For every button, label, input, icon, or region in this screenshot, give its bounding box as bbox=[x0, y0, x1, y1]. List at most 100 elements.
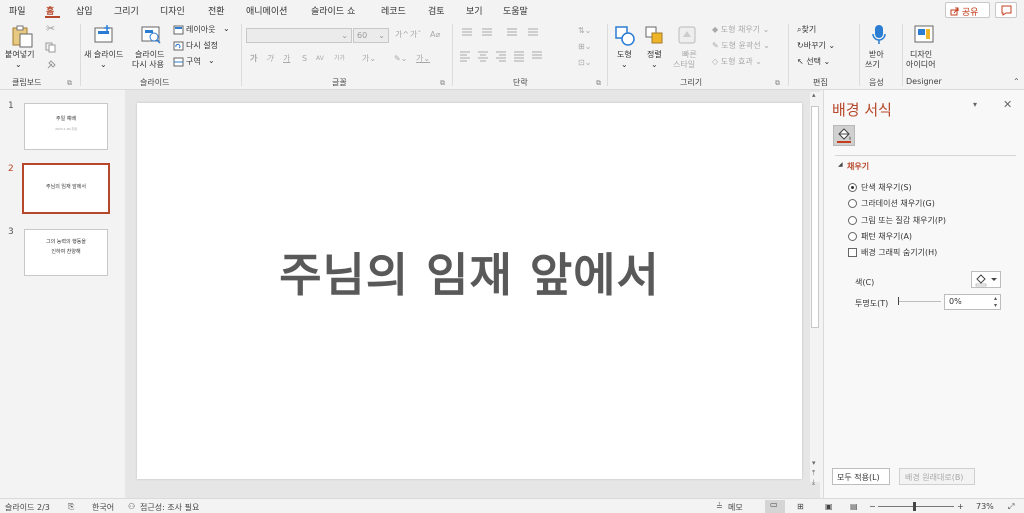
fit-slide-icon[interactable]: ⤢ bbox=[1008, 502, 1014, 512]
underline-button[interactable]: 가 bbox=[283, 54, 290, 64]
microphone-icon[interactable] bbox=[870, 24, 888, 46]
spellcheck-icon[interactable]: ⎘ bbox=[68, 502, 74, 512]
tab-file[interactable]: 파일 bbox=[9, 4, 26, 17]
scrollbar-thumb[interactable] bbox=[811, 106, 819, 328]
shapes-label[interactable]: 도형 bbox=[617, 50, 632, 60]
tab-animations[interactable]: 애니메이션 bbox=[246, 4, 287, 17]
tab-view[interactable]: 보기 bbox=[466, 4, 483, 17]
layout-icon[interactable] bbox=[173, 25, 184, 35]
font-color-icon[interactable]: 가⌄ bbox=[416, 54, 430, 64]
align-text-icon[interactable]: ⊞⌄ bbox=[578, 42, 591, 52]
accessibility-icon[interactable]: ⚇ bbox=[128, 502, 135, 511]
layout-dropdown-icon[interactable]: ⌄ bbox=[223, 24, 230, 34]
text-direction-icon[interactable]: ⇅⌄ bbox=[578, 26, 591, 36]
char-spacing-button[interactable]: AV bbox=[316, 54, 324, 64]
zoom-in-icon[interactable]: + bbox=[957, 502, 964, 511]
section-label[interactable]: 구역 bbox=[186, 57, 201, 67]
paragraph-launcher-icon[interactable]: ⧉ bbox=[596, 78, 601, 88]
design-ideas-label-1[interactable]: 디자인 bbox=[910, 50, 932, 60]
arrange-icon[interactable] bbox=[644, 25, 666, 47]
fill-tab[interactable] bbox=[833, 125, 855, 146]
spinner-icon[interactable]: ▴ ▾ bbox=[994, 295, 997, 309]
tab-help[interactable]: 도움말 bbox=[503, 4, 528, 17]
section-dropdown-icon[interactable]: ⌄ bbox=[208, 56, 215, 66]
shapes-dropdown-icon[interactable]: ⌄ bbox=[621, 60, 628, 70]
new-slide-dropdown-icon[interactable]: ⌄ bbox=[100, 60, 107, 70]
slideshow-view-icon[interactable]: ▤ bbox=[850, 502, 858, 511]
radio-button[interactable] bbox=[848, 216, 857, 225]
quick-styles-label-1[interactable]: 빠른 bbox=[682, 50, 697, 60]
shape-fill-button[interactable]: ◆ 도형 채우기 ⌄ bbox=[712, 25, 769, 35]
slide-title-text[interactable]: 주님의 임재 앞에서 bbox=[137, 239, 802, 305]
transparency-input[interactable]: 0% ▴ ▾ bbox=[944, 294, 1001, 310]
format-painter-icon[interactable] bbox=[46, 59, 57, 70]
tab-record[interactable]: 레코드 bbox=[381, 4, 406, 17]
new-slide-label[interactable]: 새 슬라이드 bbox=[84, 50, 123, 60]
paste-dropdown-icon[interactable]: ⌄ bbox=[15, 60, 22, 70]
increase-font-icon[interactable]: 가^ bbox=[395, 30, 409, 40]
reading-view-icon[interactable]: ▣ bbox=[825, 502, 833, 511]
scroll-up-icon[interactable]: ▴ bbox=[812, 91, 816, 99]
font-size-dropdown[interactable]: 60 ⌄ bbox=[353, 28, 389, 43]
transparency-slider[interactable] bbox=[899, 301, 941, 302]
smartart-icon[interactable]: ⊡⌄ bbox=[578, 58, 591, 68]
tab-review[interactable]: 검토 bbox=[428, 4, 445, 17]
slide-sorter-icon[interactable]: ⊞ bbox=[797, 502, 804, 511]
arrange-dropdown-icon[interactable]: ⌄ bbox=[651, 60, 658, 70]
clear-format-icon[interactable]: A⌀ bbox=[430, 30, 440, 40]
reuse-slides-label-2[interactable]: 다시 사용 bbox=[132, 60, 164, 70]
drawing-launcher-icon[interactable]: ⧉ bbox=[775, 78, 780, 88]
highlight-icon[interactable]: ✎⌄ bbox=[394, 54, 407, 64]
pane-options-icon[interactable]: ▾ bbox=[973, 100, 977, 109]
tab-transitions[interactable]: 전환 bbox=[208, 4, 225, 17]
shape-outline-button[interactable]: ✎ 도형 윤곽선 ⌄ bbox=[712, 41, 770, 51]
text-effects-icon[interactable]: 가⌄ bbox=[362, 54, 376, 64]
dictate-label-1[interactable]: 받아 bbox=[869, 50, 884, 60]
designer-icon[interactable] bbox=[913, 24, 935, 46]
radio-button[interactable] bbox=[848, 183, 857, 192]
section-collapse-icon[interactable]: ◢ bbox=[838, 161, 843, 168]
reuse-slides-icon[interactable] bbox=[140, 24, 162, 46]
strikethrough-button[interactable]: S bbox=[302, 54, 307, 64]
zoom-slider-thumb[interactable] bbox=[913, 502, 916, 511]
notes-button[interactable]: 메모 bbox=[728, 502, 743, 513]
language-indicator[interactable]: 한국어 bbox=[92, 502, 114, 513]
replace-button[interactable]: ↻바꾸기 ⌄ bbox=[797, 41, 835, 51]
design-ideas-label-2[interactable]: 아이디어 bbox=[906, 60, 935, 70]
bold-button[interactable]: 가 bbox=[250, 54, 257, 64]
radio-button[interactable] bbox=[848, 232, 857, 241]
new-slide-icon[interactable] bbox=[93, 24, 115, 46]
quick-styles-label-2[interactable]: 스타일 bbox=[673, 60, 695, 70]
fill-section-header[interactable]: 채우기 bbox=[847, 161, 869, 172]
copy-icon[interactable] bbox=[45, 42, 57, 53]
zoom-level[interactable]: 73% bbox=[976, 502, 994, 511]
layout-label[interactable]: 레이아웃 bbox=[186, 25, 215, 35]
paste-label[interactable]: 붙여넣기 bbox=[5, 50, 34, 60]
cut-icon[interactable]: ✂ bbox=[46, 23, 55, 34]
zoom-out-icon[interactable]: − bbox=[869, 502, 876, 511]
tab-design[interactable]: 디자인 bbox=[160, 4, 185, 17]
previous-slide-icon[interactable]: ⤒ bbox=[812, 469, 815, 478]
clipboard-launcher-icon[interactable]: ⧉ bbox=[67, 78, 72, 88]
shape-effects-button[interactable]: ◇ 도형 효과 ⌄ bbox=[712, 57, 762, 67]
slide-thumbnail[interactable]: 그의 능력의 행동을 인하여 찬양해 bbox=[24, 229, 108, 276]
solid-fill-option[interactable]: 단색 채우기(S) bbox=[848, 182, 1008, 194]
slide-thumbnail[interactable]: 주일 예배 2023.1.00.주일 bbox=[24, 103, 108, 150]
close-pane-icon[interactable]: ✕ bbox=[1003, 98, 1012, 111]
pattern-fill-option[interactable]: 패턴 채우기(A) bbox=[848, 231, 1008, 243]
comments-button[interactable] bbox=[995, 2, 1017, 18]
scroll-down-icon[interactable]: ▾ bbox=[812, 459, 816, 467]
font-launcher-icon[interactable]: ⧉ bbox=[440, 78, 445, 88]
paste-icon[interactable] bbox=[10, 24, 34, 48]
zoom-slider[interactable] bbox=[878, 506, 954, 507]
radio-button[interactable] bbox=[848, 199, 857, 208]
select-button[interactable]: ↖ 선택 ⌄ bbox=[797, 57, 830, 67]
dictate-label-2[interactable]: 쓰기 bbox=[865, 60, 880, 70]
decrease-font-icon[interactable]: 가ˇ bbox=[410, 30, 421, 40]
italic-button[interactable]: 가 bbox=[266, 54, 273, 64]
next-slide-icon[interactable]: ⤓ bbox=[812, 478, 815, 487]
quick-styles-icon[interactable] bbox=[677, 25, 699, 47]
tab-insert[interactable]: 삽입 bbox=[76, 4, 93, 17]
reuse-slides-label-1[interactable]: 슬라이드 bbox=[135, 50, 164, 60]
transparency-slider-thumb[interactable] bbox=[898, 297, 899, 305]
